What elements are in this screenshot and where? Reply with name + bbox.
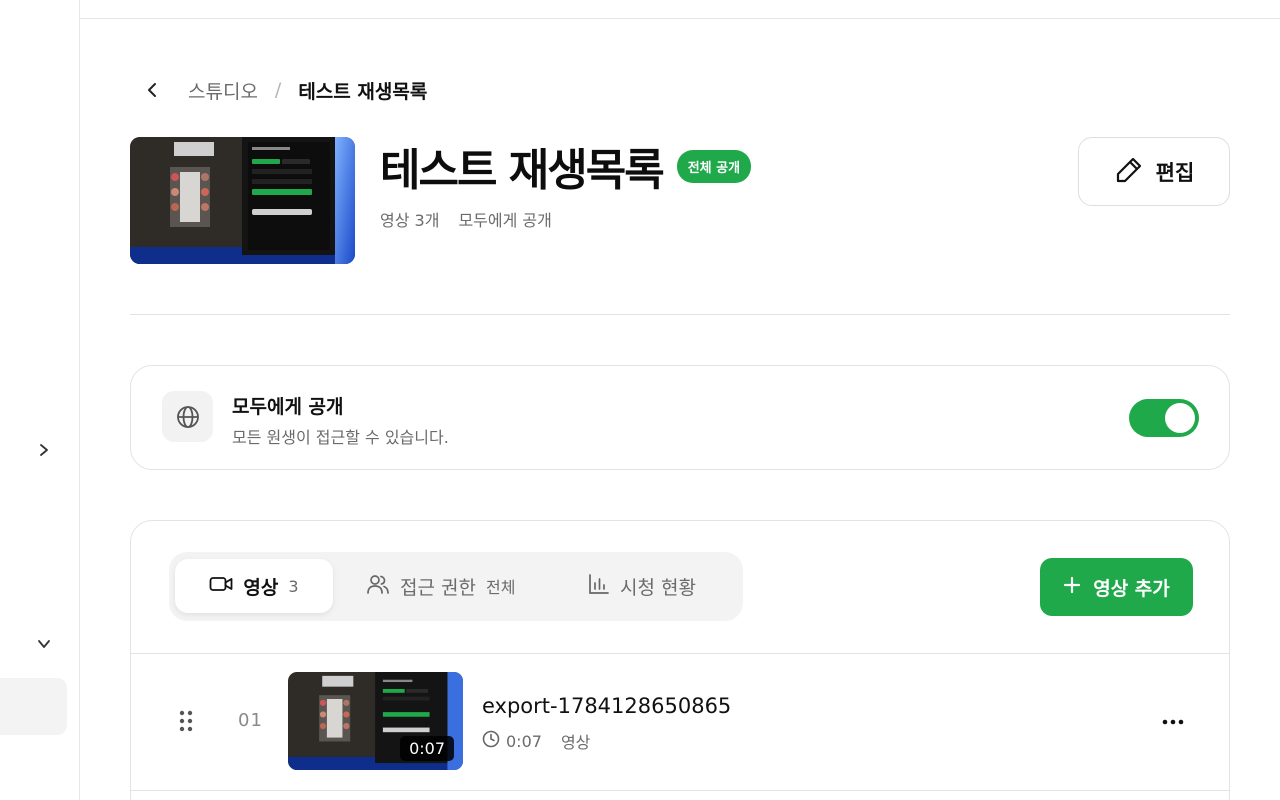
- top-bar: [80, 0, 1280, 19]
- visibility-title: 모두에게 공개: [232, 396, 344, 418]
- more-options-icon[interactable]: [1158, 710, 1188, 734]
- globe-icon: [162, 391, 213, 442]
- add-video-label: 영상 추가: [1093, 577, 1170, 600]
- tab-count: 3: [288, 576, 299, 596]
- video-index: 01: [238, 710, 263, 731]
- visibility-text: 모두에게 공개: [458, 211, 552, 230]
- video-title[interactable]: export-1784128650865: [482, 694, 731, 718]
- clock-icon: [482, 730, 500, 752]
- video-duration: 0:07: [506, 731, 542, 751]
- tab-label: 시청 현황: [620, 576, 696, 599]
- status-badge: 전체 공개: [676, 149, 752, 183]
- visibility-card: 모두에게 공개 모든 원생이 접근할 수 있습니다.: [130, 365, 1230, 470]
- row-divider: [131, 790, 1229, 791]
- add-video-button[interactable]: 영상 추가: [1040, 558, 1193, 616]
- drag-handle-icon[interactable]: [179, 709, 193, 737]
- video-type: 영상: [560, 733, 591, 752]
- video-count: 영상 3개: [380, 211, 440, 230]
- duration-badge: 0:07: [400, 736, 454, 761]
- back-icon[interactable]: [140, 76, 164, 104]
- chevron-right-icon[interactable]: [32, 438, 56, 462]
- tab-access[interactable]: 접근 권한 전체: [366, 559, 515, 613]
- tab-videos[interactable]: 영상 3: [175, 559, 333, 613]
- edit-button-label: 편집: [1155, 160, 1195, 185]
- bar-chart-icon: [588, 573, 610, 600]
- tab-sub: 전체: [485, 578, 516, 597]
- tab-label: 접근 권한: [400, 576, 476, 599]
- page-title: 테스트 재생목록: [380, 145, 665, 196]
- edit-button[interactable]: 편집: [1078, 137, 1230, 206]
- playlist-meta: 영상 3개 모두에게 공개: [380, 207, 552, 231]
- chevron-down-icon[interactable]: [32, 632, 56, 656]
- tab-stats[interactable]: 시청 현황: [588, 559, 696, 613]
- breadcrumb-parent[interactable]: 스튜디오: [188, 77, 258, 104]
- video-meta: 0:07 영상: [482, 729, 590, 753]
- users-icon: [366, 573, 390, 600]
- visibility-toggle[interactable]: [1129, 399, 1199, 437]
- video-thumbnail[interactable]: 0:07: [288, 672, 463, 770]
- plus-icon: [1063, 576, 1081, 599]
- breadcrumb-current: 테스트 재생목록: [298, 80, 428, 103]
- breadcrumb: 스튜디오 / 테스트 재생목록: [140, 76, 427, 104]
- playlist-header: 테스트 재생목록 전체 공개: [380, 138, 752, 196]
- breadcrumb-separator: /: [274, 79, 282, 101]
- video-list-card: 영상 3 접근 권한 전체 시청 현황 영상 추가 01 0:07 export…: [130, 520, 1230, 800]
- tab-bar: 영상 3 접근 권한 전체 시청 현황: [169, 552, 743, 621]
- section-divider: [130, 314, 1230, 315]
- tab-label: 영상: [243, 576, 279, 599]
- pencil-icon: [1114, 155, 1144, 189]
- list-item[interactable]: 01 0:07 export-1784128650865 0:07 영상: [131, 654, 1229, 791]
- sidebar: [0, 0, 80, 800]
- sidebar-active-item[interactable]: [0, 678, 67, 735]
- playlist-thumbnail[interactable]: [130, 137, 355, 264]
- video-icon: [209, 575, 233, 598]
- toggle-knob: [1165, 403, 1195, 433]
- visibility-description: 모든 원생이 접근할 수 있습니다.: [232, 428, 449, 447]
